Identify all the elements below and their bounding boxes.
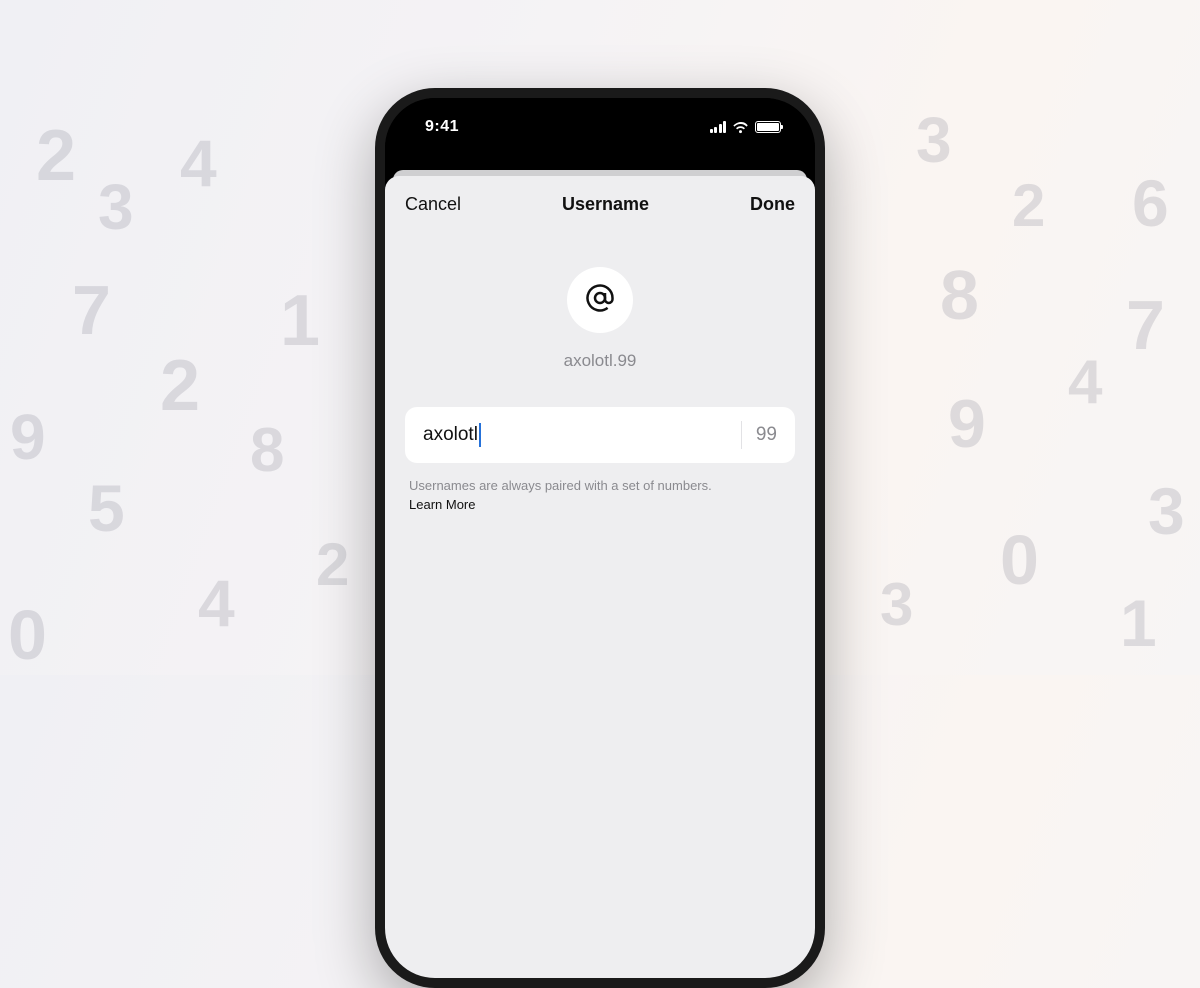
bg-number: 9 <box>10 405 46 469</box>
done-button[interactable]: Done <box>750 194 795 215</box>
sheet-title: Username <box>562 194 649 215</box>
bg-number: 3 <box>98 175 134 239</box>
helper-line: Usernames are always paired with a set o… <box>409 477 791 495</box>
bg-number: 2 <box>36 120 76 192</box>
bg-number: 2 <box>1012 176 1045 236</box>
bg-number: 4 <box>1068 352 1102 414</box>
username-number-suffix: 99 <box>756 424 777 446</box>
bg-number: 3 <box>880 575 913 635</box>
bg-number: 0 <box>1000 525 1039 595</box>
dynamic-island <box>543 112 657 142</box>
bg-number: 0 <box>8 600 47 670</box>
username-input[interactable]: axolotl <box>423 423 727 447</box>
bg-number: 1 <box>1120 590 1157 656</box>
learn-more-link[interactable]: Learn More <box>409 497 475 512</box>
status-icons <box>710 121 782 134</box>
bg-number: 8 <box>250 420 284 482</box>
bg-number: 4 <box>198 570 235 636</box>
text-cursor <box>479 423 481 447</box>
username-preview: axolotl.99 <box>564 351 637 371</box>
helper-text: Usernames are always paired with a set o… <box>405 477 795 514</box>
username-input-value: axolotl <box>423 424 478 446</box>
bg-number: 5 <box>88 475 125 541</box>
bg-number: 3 <box>916 108 952 172</box>
username-input-container[interactable]: axolotl 99 <box>405 407 795 463</box>
cellular-signal-icon <box>710 121 727 133</box>
battery-icon <box>755 121 781 133</box>
bg-number: 4 <box>180 130 217 196</box>
bg-number: 2 <box>316 535 349 595</box>
cancel-button[interactable]: Cancel <box>405 194 461 215</box>
at-icon <box>585 283 615 318</box>
sheet-content: axolotl.99 axolotl 99 Usernames are alwa… <box>385 233 815 514</box>
sheet-backdrop <box>385 156 815 170</box>
bg-number: 1 <box>280 285 320 357</box>
bg-number: 7 <box>72 275 111 345</box>
bg-number: 9 <box>948 390 986 458</box>
bg-number: 8 <box>940 260 979 330</box>
at-symbol-badge <box>567 267 633 333</box>
sheet-header: Cancel Username Done <box>385 176 815 233</box>
phone-frame: 9:41 Cancel <box>375 88 825 988</box>
phone-screen: 9:41 Cancel <box>385 98 815 978</box>
bg-number: 3 <box>1148 478 1185 544</box>
input-divider <box>741 421 742 449</box>
bg-number: 7 <box>1126 290 1165 360</box>
bg-number: 6 <box>1132 170 1169 236</box>
modal-sheet: Cancel Username Done axolotl.99 axolotl <box>385 176 815 978</box>
status-time: 9:41 <box>425 118 459 136</box>
bg-number: 2 <box>160 350 200 422</box>
wifi-icon <box>732 121 749 134</box>
